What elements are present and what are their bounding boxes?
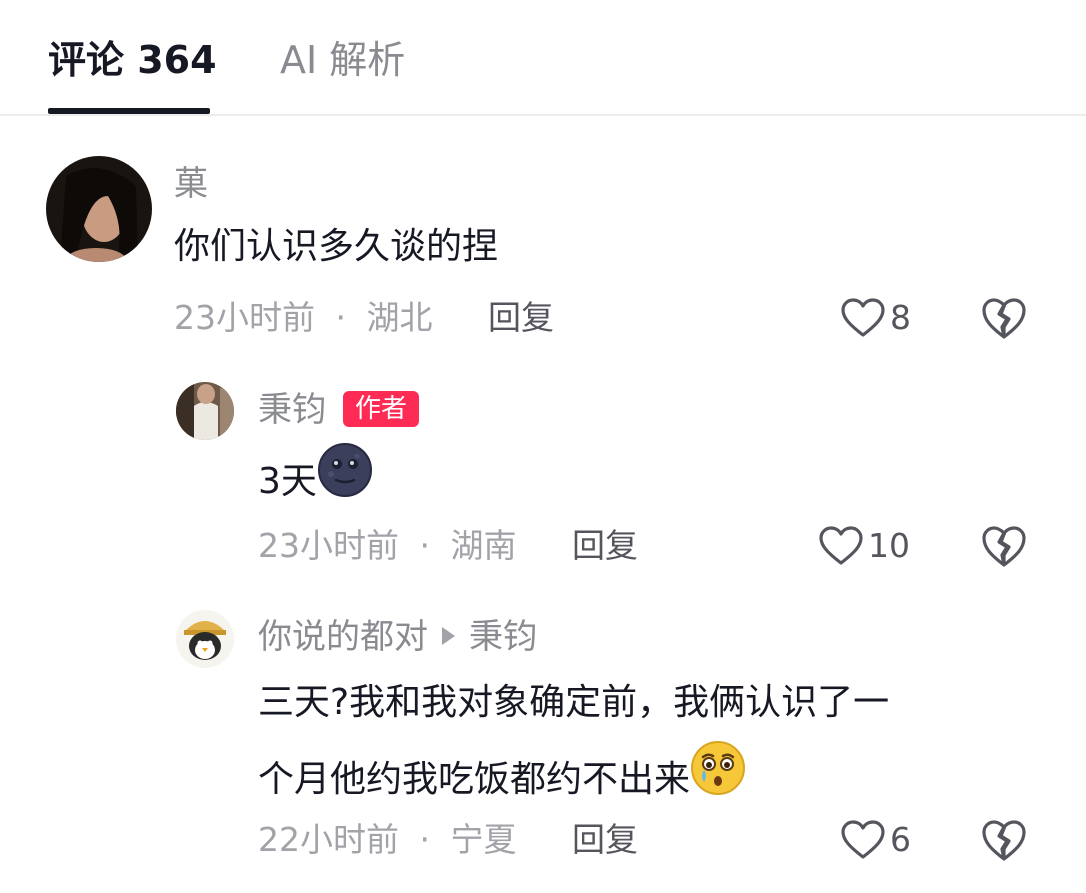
broken-heart-icon	[982, 526, 1026, 567]
reply-text-body: 3天	[258, 461, 317, 502]
meta-separator: ·	[335, 298, 347, 337]
reply-text-body: 个月他约我吃饭都约不出来	[258, 759, 691, 800]
new-moon-face-icon	[317, 442, 373, 516]
broken-heart-icon	[982, 298, 1026, 339]
tab-comments[interactable]: 评论 364	[48, 34, 217, 86]
comment-username[interactable]: 菓	[174, 162, 208, 206]
reply-text: 三天?我和我对象确定前，我俩认识了一 个月他约我吃饭都约不出来	[258, 674, 1048, 818]
crying-face-icon	[690, 740, 746, 814]
reply-text: 3天	[258, 443, 373, 520]
meta-separator: ·	[419, 820, 431, 859]
reply-text-line: 三天?我和我对象确定前，我俩认识了一	[258, 682, 890, 723]
dislike-button[interactable]	[980, 295, 1028, 341]
avatar[interactable]	[176, 382, 234, 440]
reply-meta: 23小时前 · 湖南	[258, 524, 517, 568]
reply-meta: 22小时前 · 宁夏	[258, 818, 517, 862]
like-button[interactable]: 10	[818, 522, 910, 570]
meta-separator: ·	[419, 526, 431, 565]
tab-ai-analysis[interactable]: AI 解析	[280, 34, 405, 86]
comment-meta: 23小时前 · 湖北	[174, 296, 433, 340]
reply-location: 宁夏	[450, 820, 517, 859]
like-button[interactable]: 8	[840, 294, 911, 342]
broken-heart-icon	[982, 820, 1026, 861]
reply-username[interactable]: 秉钧	[258, 388, 326, 432]
reply-button[interactable]: 回复	[488, 296, 554, 340]
author-badge: 作者	[343, 391, 420, 427]
comment-text: 你们认识多久谈的捏	[174, 226, 499, 267]
heart-icon	[819, 526, 863, 565]
reply-time: 22小时前	[258, 820, 399, 859]
like-button[interactable]: 6	[840, 816, 911, 864]
reply-button[interactable]: 回复	[572, 524, 638, 568]
reply-button[interactable]: 回复	[572, 818, 638, 862]
dislike-button[interactable]	[980, 817, 1028, 863]
reply-username: 你说的都对 秉钧	[258, 615, 537, 659]
dislike-button[interactable]	[980, 523, 1028, 569]
like-count: 8	[890, 298, 911, 337]
reply-location: 湖南	[450, 526, 517, 565]
heart-icon	[841, 298, 885, 337]
reply-time: 23小时前	[258, 526, 399, 565]
heart-icon	[841, 820, 885, 859]
like-count: 10	[868, 526, 910, 565]
active-tab-indicator	[48, 108, 210, 114]
reply-text-line: 个月他约我吃饭都约不出来	[258, 741, 1048, 818]
tab-bar: 评论 364 AI 解析	[0, 0, 1086, 116]
avatar[interactable]	[176, 610, 234, 668]
comment-time: 23小时前	[174, 298, 315, 337]
reply-to-username[interactable]: 秉钧	[469, 617, 537, 657]
like-count: 6	[890, 820, 911, 859]
reply-username-text[interactable]: 你说的都对	[258, 617, 428, 657]
reply-to-arrow-icon	[442, 626, 455, 645]
avatar[interactable]	[46, 156, 152, 262]
comment-location: 湖北	[366, 298, 433, 337]
